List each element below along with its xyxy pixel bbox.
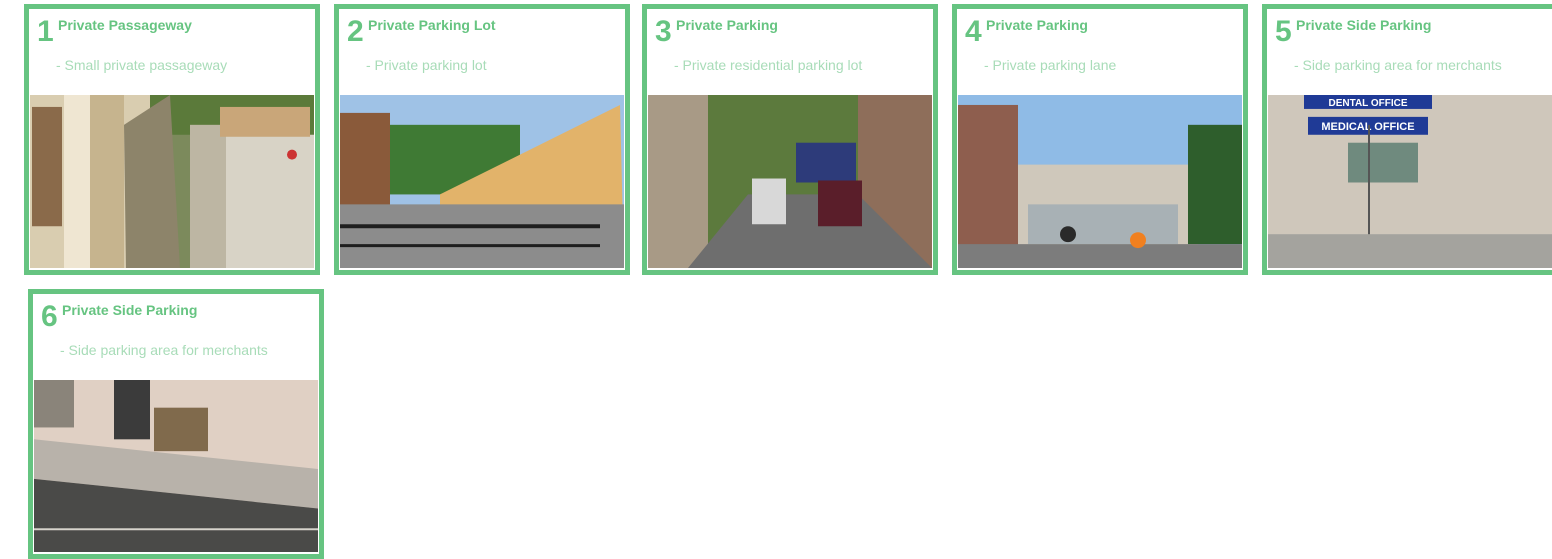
- card-title: Private Parking: [986, 17, 1088, 33]
- card-description: - Small private passageway: [56, 57, 228, 73]
- card-4[interactable]: 4 Private Parking - Private parking lane: [952, 4, 1248, 275]
- parking-lane-photo: [958, 95, 1242, 268]
- card-description: - Private residential parking lot: [674, 57, 863, 73]
- card-description: - Private parking lot: [366, 57, 487, 73]
- card-number: 6: [41, 300, 58, 333]
- dental-office-side-parking-photo: DENTAL OFFICE MEDICAL OFFICE: [1268, 95, 1552, 268]
- card-number: 1: [37, 15, 54, 48]
- card-1[interactable]: 1 Private Passageway - Small private pas…: [24, 4, 320, 275]
- card-description: - Private parking lane: [984, 57, 1117, 73]
- card-description: - Side parking area for merchants: [60, 342, 268, 358]
- card-title: Private Passageway: [58, 17, 192, 33]
- temple-parking-lot-photo: [340, 95, 624, 268]
- card-6[interactable]: 6 Private Side Parking - Side parking ar…: [28, 289, 324, 559]
- card-title: Private Side Parking: [1296, 17, 1432, 33]
- card-description: - Side parking area for merchants: [1294, 57, 1502, 73]
- card-5[interactable]: 5 Private Side Parking - Side parking ar…: [1262, 4, 1552, 275]
- card-title: Private Side Parking: [62, 302, 198, 318]
- residential-parking-photo: [648, 95, 932, 268]
- card-number: 4: [965, 15, 982, 48]
- card-title: Private Parking: [676, 17, 778, 33]
- alley-passageway-photo: [30, 95, 314, 268]
- card-2[interactable]: 2 Private Parking Lot - Private parking …: [334, 4, 630, 275]
- merchant-side-parking-photo: [34, 380, 318, 552]
- card-3[interactable]: 3 Private Parking - Private residential …: [642, 4, 938, 275]
- card-number: 2: [347, 15, 364, 48]
- dental-office-sign: DENTAL OFFICE: [1328, 98, 1407, 109]
- card-title: Private Parking Lot: [368, 17, 496, 33]
- card-number: 3: [655, 15, 672, 48]
- card-number: 5: [1275, 15, 1292, 48]
